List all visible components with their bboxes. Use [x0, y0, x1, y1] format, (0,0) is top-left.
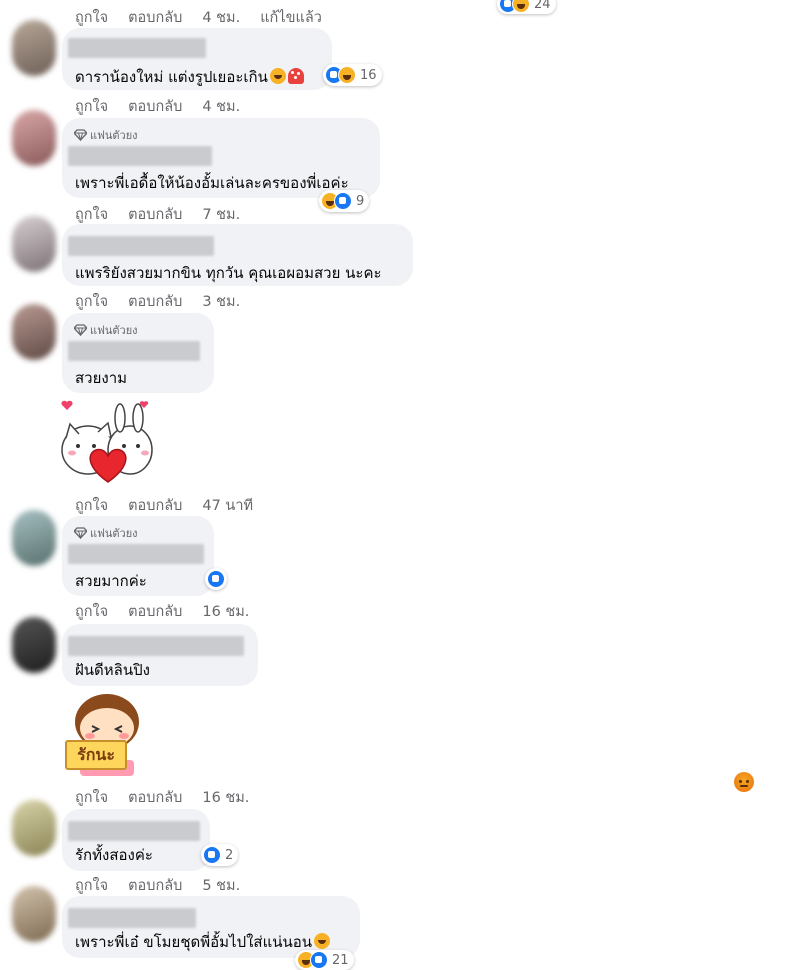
reply-action[interactable]: ตอบกลับ [128, 600, 182, 623]
rofl-emoji [314, 933, 331, 949]
reaction-count: 2 [225, 847, 234, 863]
like-icon [203, 846, 221, 864]
angry-icon [734, 772, 754, 792]
sticker-girl-sign[interactable]: รักนะ [62, 690, 152, 780]
reaction-summary[interactable]: 24 [497, 0, 556, 14]
comment-bubble: แฟนตัวยง สวยมากค่ะ [62, 516, 214, 596]
comment-text: เพราะพี่เอดื้อให้น้องอั้มเล่นละครของพี่เ… [75, 174, 349, 192]
avatar[interactable] [12, 800, 56, 856]
comment-actions-top: ถูกใจ ตอบกลับ 4 ชม. แก้ไขแล้ว [75, 6, 322, 29]
like-action[interactable]: ถูกใจ [75, 95, 108, 118]
reaction-summary[interactable] [205, 568, 227, 590]
author-name[interactable] [68, 38, 206, 58]
top-fan-badge: แฟนตัวยง [74, 524, 138, 542]
like-action[interactable]: ถูกใจ [75, 6, 108, 29]
reaction-summary[interactable]: 9 [319, 190, 370, 212]
haha-icon [512, 0, 530, 13]
like-action[interactable]: ถูกใจ [75, 600, 108, 623]
mushroom-emoji [287, 68, 304, 84]
author-name[interactable] [68, 236, 214, 256]
comment-text: สวยมากค่ะ [75, 572, 147, 590]
avatar[interactable] [12, 617, 56, 673]
sticker-cat-bunny-heart[interactable] [58, 398, 158, 488]
badge-label: แฟนตัวยง [90, 129, 138, 142]
comment-actions: ถูกใจ ตอบกลับ 7 ชม. [75, 203, 240, 226]
reply-action[interactable]: ตอบกลับ [128, 786, 182, 809]
reply-action[interactable]: ตอบกลับ [128, 874, 182, 897]
reply-action[interactable]: ตอบกลับ [128, 494, 182, 517]
comment-text: แพรริยังสวยมากขิน ทุกวัน คุณเอผอมสวย นะค… [75, 264, 382, 282]
sticker-sign-text: รักนะ [77, 745, 115, 764]
like-action[interactable]: ถูกใจ [75, 203, 108, 226]
badge-label: แฟนตัวยง [90, 527, 138, 540]
like-action[interactable]: ถูกใจ [75, 290, 108, 313]
comment-text: เพราะพี่เอ๋ ขโมยชุดพี่อั้มไปใส่แน่นอน [75, 933, 313, 951]
reply-action[interactable]: ตอบกลับ [128, 290, 182, 313]
comment-time: 16 ชม. [202, 604, 250, 620]
reaction-summary[interactable]: 16 [323, 64, 382, 86]
comment-time: 4 ชม. [202, 10, 241, 26]
comment-time: 7 ชม. [202, 207, 241, 223]
comment-actions: ถูกใจ ตอบกลับ 16 ชม. [75, 786, 249, 809]
comment-text: สวยงาม [75, 369, 128, 387]
comment-time: 16 ชม. [202, 790, 250, 806]
author-name[interactable] [68, 636, 244, 656]
reaction-count: 9 [356, 193, 365, 209]
avatar[interactable] [12, 216, 56, 272]
comment-text: ดาราน้องใหม่ แต่งรูปเยอะเกิน [75, 68, 268, 86]
comment-actions: ถูกใจ ตอบกลับ 3 ชม. [75, 290, 240, 313]
like-action[interactable]: ถูกใจ [75, 494, 108, 517]
rofl-emoji [269, 68, 286, 84]
avatar[interactable] [12, 304, 56, 360]
reply-action[interactable]: ตอบกลับ [128, 6, 182, 29]
reply-action[interactable]: ตอบกลับ [128, 95, 182, 118]
author-name[interactable] [68, 146, 212, 166]
top-fan-badge: แฟนตัวยง [74, 321, 138, 339]
diamond-icon [74, 129, 87, 141]
comment-text: รักทั้งสองค่ะ [75, 846, 153, 864]
comment-bubble: ดาราน้องใหม่ แต่งรูปเยอะเกิน [62, 28, 332, 90]
comment-actions: ถูกใจ ตอบกลับ 47 นาที [75, 494, 253, 517]
reaction-summary[interactable]: 2 [201, 844, 239, 866]
reaction-count: 16 [360, 67, 377, 83]
like-action[interactable]: ถูกใจ [75, 786, 108, 809]
sticker-sign: รักนะ [65, 740, 127, 770]
avatar[interactable] [12, 20, 56, 76]
comment-actions: ถูกใจ ตอบกลับ 16 ชม. [75, 600, 249, 623]
reply-action[interactable]: ตอบกลับ [128, 203, 182, 226]
like-icon [310, 951, 328, 969]
top-fan-badge: แฟนตัวยง [74, 126, 138, 144]
comment-bubble: ฝันดีหลินปิง [62, 624, 258, 686]
avatar[interactable] [12, 110, 56, 166]
edited-label: แก้ไขแล้ว [260, 10, 322, 26]
avatar[interactable] [12, 886, 56, 942]
reaction-summary[interactable]: 21 [295, 950, 354, 970]
author-name[interactable] [68, 544, 204, 564]
comment-bubble: แพรริยังสวยมากขิน ทุกวัน คุณเอผอมสวย นะค… [62, 224, 413, 286]
comment-bubble: แฟนตัวยง เพราะพี่เอดื้อให้น้องอั้มเล่นละ… [62, 118, 380, 198]
comment-time: 4 ชม. [202, 99, 241, 115]
badge-label: แฟนตัวยง [90, 324, 138, 337]
comment-time: 3 ชม. [202, 294, 241, 310]
author-name[interactable] [68, 821, 200, 841]
reaction-count: 21 [332, 952, 349, 968]
diamond-icon [74, 324, 87, 336]
author-name[interactable] [68, 908, 196, 928]
like-action[interactable]: ถูกใจ [75, 874, 108, 897]
diamond-icon [74, 527, 87, 539]
like-icon [207, 570, 225, 588]
avatar[interactable] [12, 510, 56, 566]
comment-time: 5 ชม. [202, 878, 241, 894]
author-name[interactable] [68, 341, 200, 361]
comment-bubble: เพราะพี่เอ๋ ขโมยชุดพี่อั้มไปใส่แน่นอน [62, 896, 360, 958]
comment-bubble: แฟนตัวยง สวยงาม [62, 313, 214, 393]
comment-actions: ถูกใจ ตอบกลับ 4 ชม. [75, 95, 240, 118]
like-icon [334, 192, 352, 210]
comment-actions: ถูกใจ ตอบกลับ 5 ชม. [75, 874, 240, 897]
comment-bubble: รักทั้งสองค่ะ [62, 809, 210, 871]
reaction-count: 24 [534, 0, 551, 12]
comment-time: 47 นาที [202, 498, 254, 514]
haha-icon [338, 66, 356, 84]
comment-text: ฝันดีหลินปิง [75, 661, 150, 679]
